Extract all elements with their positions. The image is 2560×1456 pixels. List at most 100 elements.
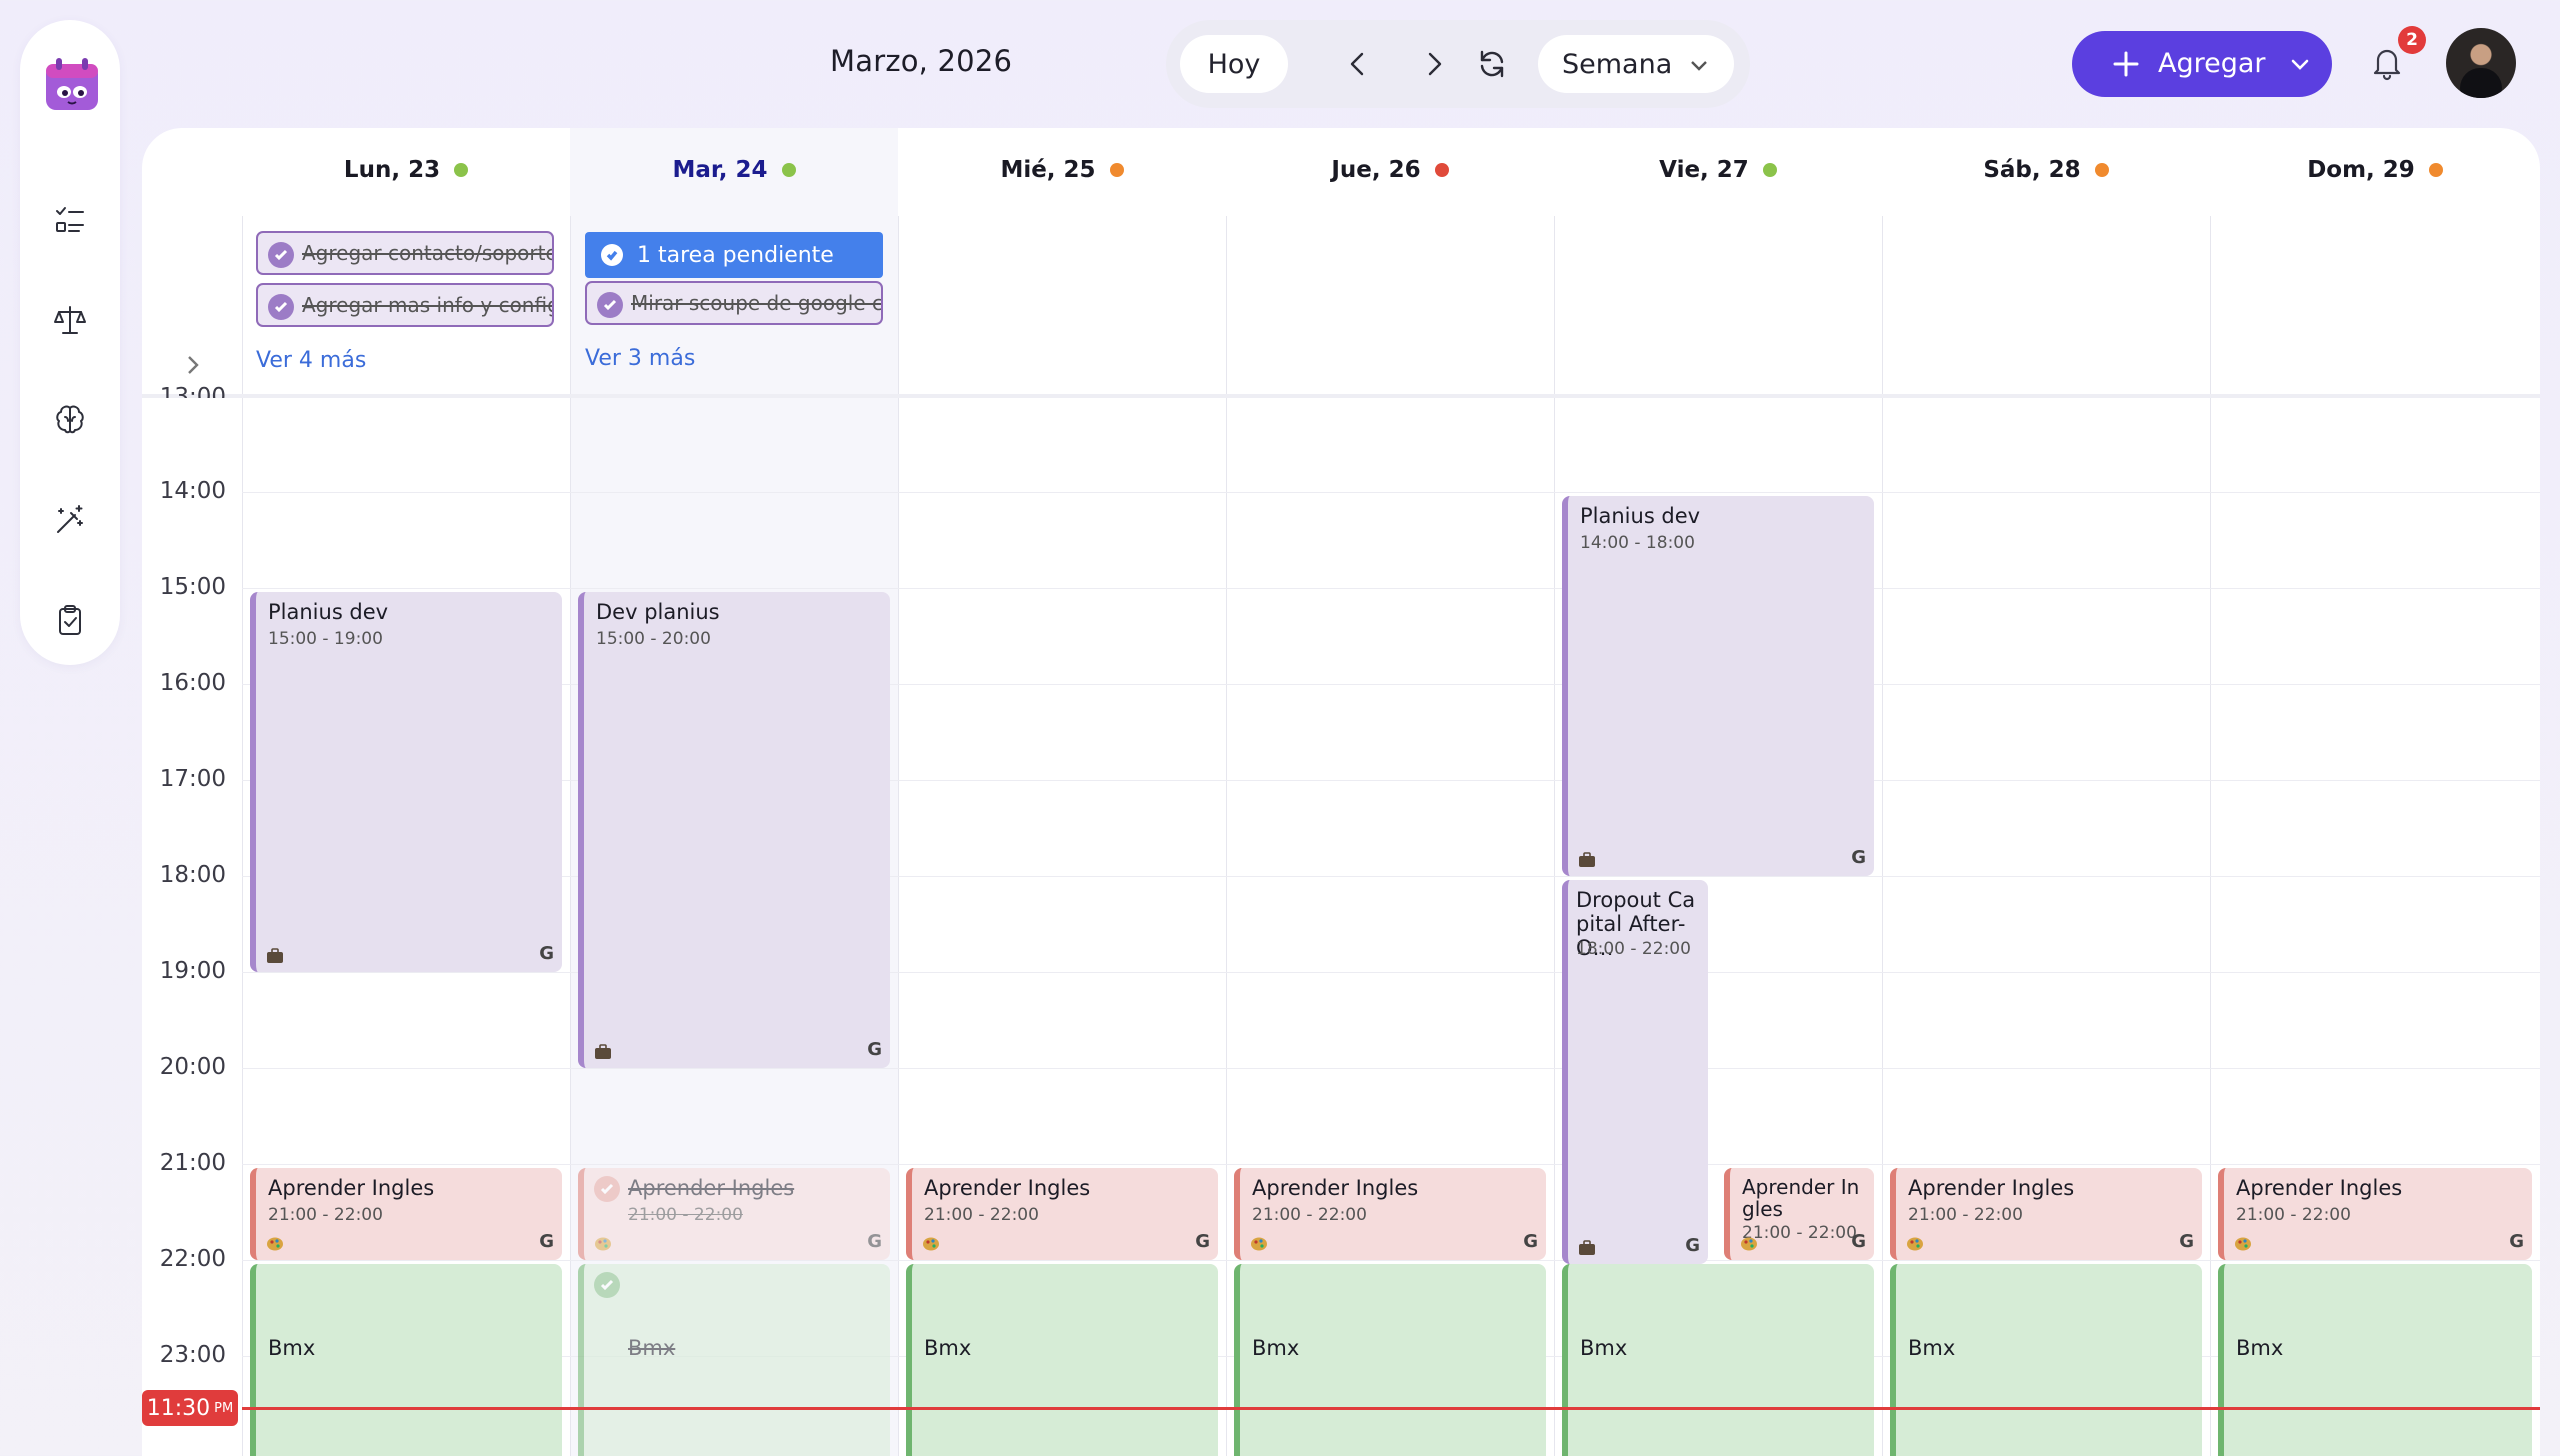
hour-label: 23:00 <box>159 1342 226 1368</box>
palette-icon <box>1741 1237 1757 1251</box>
see-more-link[interactable]: Ver 4 más <box>256 348 366 373</box>
event-aprender-ingles[interactable]: Aprender Ingles 21:00 - 22:00 G <box>250 1168 562 1260</box>
event-aprender-ingles[interactable]: Aprender Ingles 21:00 - 22:00 G <box>1724 1168 1874 1260</box>
status-dot <box>781 163 796 177</box>
hour-line <box>242 1068 2540 1069</box>
google-icon: G <box>867 1231 882 1252</box>
event-title: Aprender Ingles <box>924 1176 1091 1200</box>
column-divider <box>242 216 243 1456</box>
chevron-down-icon <box>1691 61 1707 71</box>
pending-tasks-chip[interactable]: 1 tarea pendiente <box>585 232 883 278</box>
week-calendar: Lun, 23 Mar, 24 Mié, 25 Jue, 26 Vie, 27 … <box>142 128 2540 1456</box>
column-divider <box>1554 216 1555 1456</box>
event-time: 21:00 - 22:00 <box>268 1205 383 1225</box>
day-header-thu[interactable]: Jue, 26 <box>1226 148 1554 192</box>
event-aprender-ingles[interactable]: Aprender Ingles 21:00 - 22:00 G <box>906 1168 1218 1260</box>
column-divider <box>570 216 571 1456</box>
task-label: Agregar mas info y configuracion <box>302 293 554 317</box>
app-logo-icon[interactable] <box>42 54 102 114</box>
prev-week-button[interactable] <box>1336 42 1380 86</box>
check-icon[interactable] <box>597 292 623 318</box>
check-icon[interactable] <box>268 242 294 268</box>
day-header-tue[interactable]: Mar, 24 <box>570 148 898 192</box>
plus-icon <box>2113 51 2139 77</box>
check-circle-icon[interactable] <box>594 1272 620 1298</box>
event-bmx[interactable]: Bmx <box>2218 1264 2532 1456</box>
event-bmx[interactable]: Bmx <box>250 1264 562 1456</box>
clipboard-nav-button[interactable] <box>44 594 96 646</box>
notification-count-badge: 2 <box>2398 26 2426 54</box>
event-dropout-capital[interactable]: Dropout Capital After-O… 18:00 - 22:00 G <box>1562 880 1708 1264</box>
event-time: 21:00 - 22:00 <box>1252 1205 1367 1225</box>
today-button[interactable]: Hoy <box>1180 35 1288 93</box>
briefcase-icon <box>1579 1240 1595 1255</box>
view-select[interactable]: Semana <box>1538 35 1734 93</box>
add-button[interactable]: Agregar <box>2072 31 2332 97</box>
event-time: 21:00 - 22:00 <box>924 1205 1039 1225</box>
day-header-wed[interactable]: Mié, 25 <box>898 148 1226 192</box>
event-bmx[interactable]: Bmx <box>1890 1264 2202 1456</box>
palette-icon <box>595 1237 611 1251</box>
palette-icon <box>267 1237 283 1251</box>
event-aprender-ingles-done[interactable]: Aprender Ingles 21:00 - 22:00 G <box>578 1168 890 1260</box>
event-aprender-ingles[interactable]: Aprender Ingles 21:00 - 22:00 G <box>1234 1168 1546 1260</box>
expand-allday-button[interactable] <box>180 352 206 378</box>
balance-scale-icon <box>54 306 86 334</box>
chevron-right-icon <box>188 356 199 374</box>
event-bmx[interactable]: Bmx <box>1562 1264 1874 1456</box>
refresh-icon <box>1480 50 1504 78</box>
event-bmx[interactable]: Bmx <box>1234 1264 1546 1456</box>
check-icon[interactable] <box>268 294 294 320</box>
allday-task[interactable]: Agregar mas info y configuracion <box>256 283 554 327</box>
hour-line <box>242 588 2540 589</box>
event-aprender-ingles[interactable]: Aprender Ingles 21:00 - 22:00 G <box>2218 1168 2532 1260</box>
tasks-nav-button[interactable] <box>44 194 96 246</box>
event-time: 21:00 - 22:00 <box>628 1205 743 1225</box>
sidebar <box>20 20 120 665</box>
user-avatar[interactable] <box>2446 28 2516 98</box>
event-title: Bmx <box>1580 1336 1628 1360</box>
current-time-label: 11:30 <box>146 1395 211 1421</box>
event-dev-planius[interactable]: Dev planius 15:00 - 20:00 G <box>578 592 890 1068</box>
day-header-fri[interactable]: Vie, 27 <box>1554 148 1882 192</box>
chevron-right-icon <box>1428 52 1442 76</box>
check-circle-icon[interactable] <box>594 1176 620 1202</box>
hour-label: 15:00 <box>159 574 226 600</box>
event-aprender-ingles[interactable]: Aprender Ingles 21:00 - 22:00 G <box>1890 1168 2202 1260</box>
event-planius-dev[interactable]: Planius dev 14:00 - 18:00 G <box>1562 496 1874 876</box>
google-icon: G <box>1851 847 1866 868</box>
refresh-button[interactable] <box>1470 42 1514 86</box>
status-dot <box>1762 163 1777 177</box>
hour-label: 20:00 <box>159 1054 226 1080</box>
day-header-sat[interactable]: Sáb, 28 <box>1882 148 2210 192</box>
brain-nav-button[interactable] <box>44 394 96 446</box>
event-title: Bmx <box>1252 1336 1300 1360</box>
day-header-mon[interactable]: Lun, 23 <box>242 148 570 192</box>
next-week-button[interactable] <box>1412 42 1456 86</box>
hour-line <box>242 1260 2540 1261</box>
status-dot <box>1109 163 1124 177</box>
event-time: 18:00 - 22:00 <box>1576 939 1691 959</box>
event-time: 21:00 - 22:00 <box>1908 1205 2023 1225</box>
event-title: Aprender Ingles <box>1252 1176 1419 1200</box>
day-header-sun[interactable]: Dom, 29 <box>2210 148 2540 192</box>
event-title: Bmx <box>2236 1336 2284 1360</box>
balance-nav-button[interactable] <box>44 294 96 346</box>
allday-task[interactable]: Mirar scoupe de google calendar <box>585 281 883 325</box>
hour-label: 22:00 <box>159 1246 226 1272</box>
event-time: 15:00 - 19:00 <box>268 629 383 649</box>
month-title: Marzo, 2026 <box>830 44 1013 78</box>
task-list-icon <box>56 207 84 232</box>
see-more-link[interactable]: Ver 3 más <box>585 346 695 371</box>
event-title: Bmx <box>1908 1336 1956 1360</box>
allday-divider <box>142 394 2540 398</box>
magic-wand-icon <box>57 505 83 533</box>
event-bmx[interactable]: Bmx <box>906 1264 1218 1456</box>
event-planius-dev[interactable]: Planius dev 15:00 - 19:00 G <box>250 592 562 972</box>
event-title: Bmx <box>924 1336 972 1360</box>
event-title: Planius dev <box>1580 504 1701 528</box>
magic-nav-button[interactable] <box>44 494 96 546</box>
allday-task[interactable]: Agregar contacto/soporte <box>256 231 554 275</box>
event-title: Aprender Ingles <box>628 1176 795 1200</box>
event-bmx-done[interactable]: Bmx <box>578 1264 890 1456</box>
